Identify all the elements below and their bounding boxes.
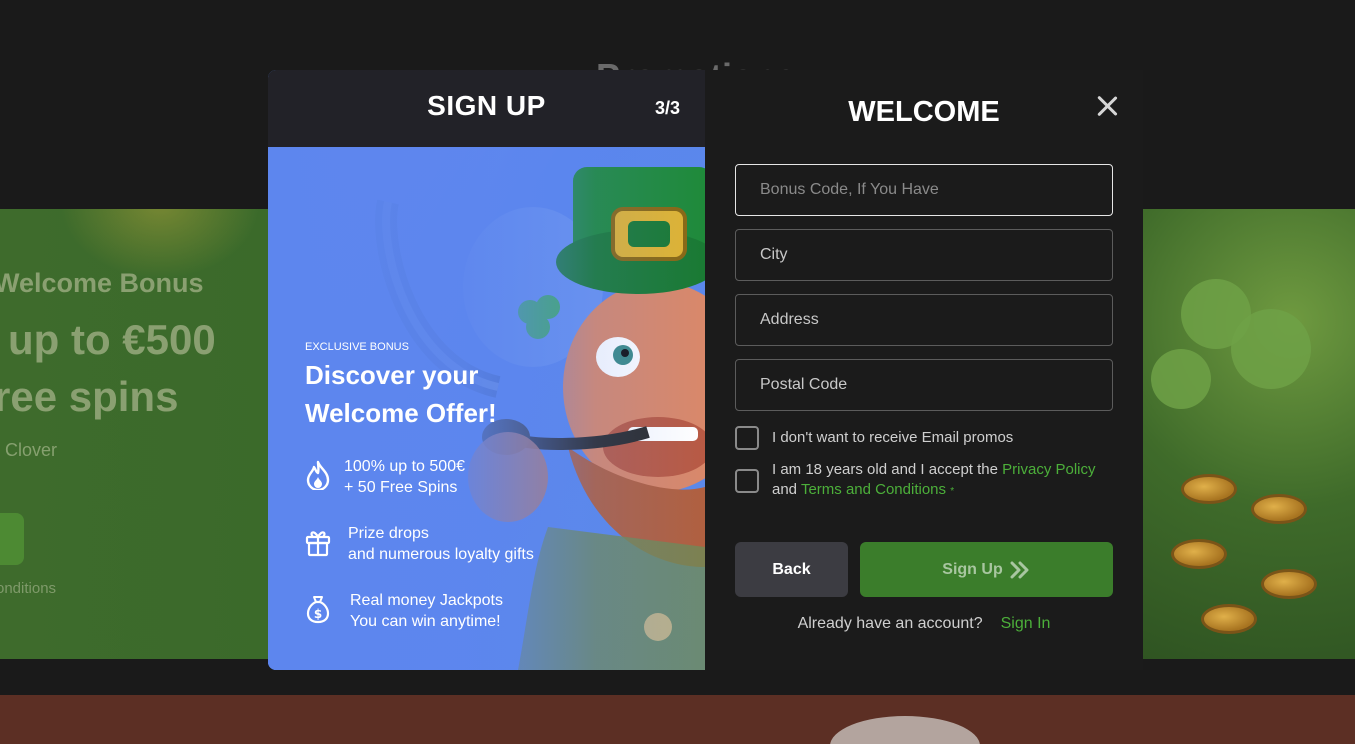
email-promo-label: I don't want to receive Email promos [772,429,1014,446]
bonus-code-input[interactable] [735,164,1113,216]
signin-prompt: Already have an account? Sign In [705,615,1143,633]
signup-button[interactable]: Sign Up [860,542,1113,597]
gift-icon [305,531,331,557]
banner-art-right [1141,209,1355,659]
terms-and-text: and [772,481,798,498]
coin-icon [1261,569,1317,599]
money-bag-icon: $ [306,596,330,624]
feature-bonus-line2: + 50 Free Spins [344,479,458,496]
signup-button-label: Sign Up [942,560,1003,578]
flame-icon [306,460,330,490]
signin-link[interactable]: Sign In [1001,615,1051,632]
postal-code-input[interactable] [735,359,1113,411]
coin-icon [1201,604,1257,634]
email-promo-checkbox[interactable] [735,426,759,450]
back-button[interactable]: Back [735,542,848,597]
close-icon[interactable] [1095,94,1119,118]
terms-label: I am 18 years old and I accept the Priva… [772,460,1117,502]
city-input[interactable] [735,229,1113,281]
feature-jackpot-line2: You can win anytime! [350,613,501,630]
banner-amount: up to €500 [8,316,216,363]
step-indicator: 3/3 [654,98,680,118]
feature-prize-line2: and numerous loyalty gifts [348,546,534,563]
coin-icon [1181,474,1237,504]
signup-title: SIGN UP [427,90,546,121]
offer-panel: SIGN UP 3/3 EXCLUSIVE BONUS Discover you… [268,70,705,670]
banner-terms-link[interactable]: onditions [0,580,56,597]
feature-jackpot-line1: Real money Jackpots [350,592,503,609]
feature-prize-line1: Prize drops [348,525,429,542]
signup-form-panel: WELCOME I don't want to receive Email pr… [705,70,1143,670]
double-chevron-right-icon [1010,561,1029,578]
page: Promotions Welcome Bonus up to €500 ree … [0,0,1355,744]
signup-modal: SIGN UP 3/3 EXCLUSIVE BONUS Discover you… [268,70,1143,670]
coin-icon [1171,539,1227,569]
exclusive-label: EXCLUSIVE BONUS [305,341,409,353]
terms-prefix: I am 18 years old and I accept the [772,461,998,478]
terms-conditions-link[interactable]: Terms and Conditions [801,481,946,498]
required-mark: * [950,486,955,497]
banner-cta-button[interactable] [0,513,24,565]
svg-text:$: $ [314,607,322,621]
banner-subtitle: Welcome Bonus [0,268,204,298]
clover-icon [1231,309,1311,389]
address-input[interactable] [735,294,1113,346]
offer-headline: Discover your Welcome Offer! [305,360,497,428]
back-button-label: Back [772,560,811,578]
already-account-text: Already have an account? [797,615,983,632]
background-next-section [0,695,1355,744]
coin-icon [1251,494,1307,524]
banner-game: l Clover [0,440,58,460]
feature-bonus-line1: 100% up to 500€ [344,458,465,475]
welcome-title: WELCOME [848,96,1000,128]
privacy-policy-link[interactable]: Privacy Policy [1002,461,1095,478]
clover-icon [1151,349,1211,409]
terms-checkbox[interactable] [735,469,759,493]
signup-header: SIGN UP 3/3 [268,70,705,147]
banner-spins: ree spins [0,373,179,420]
